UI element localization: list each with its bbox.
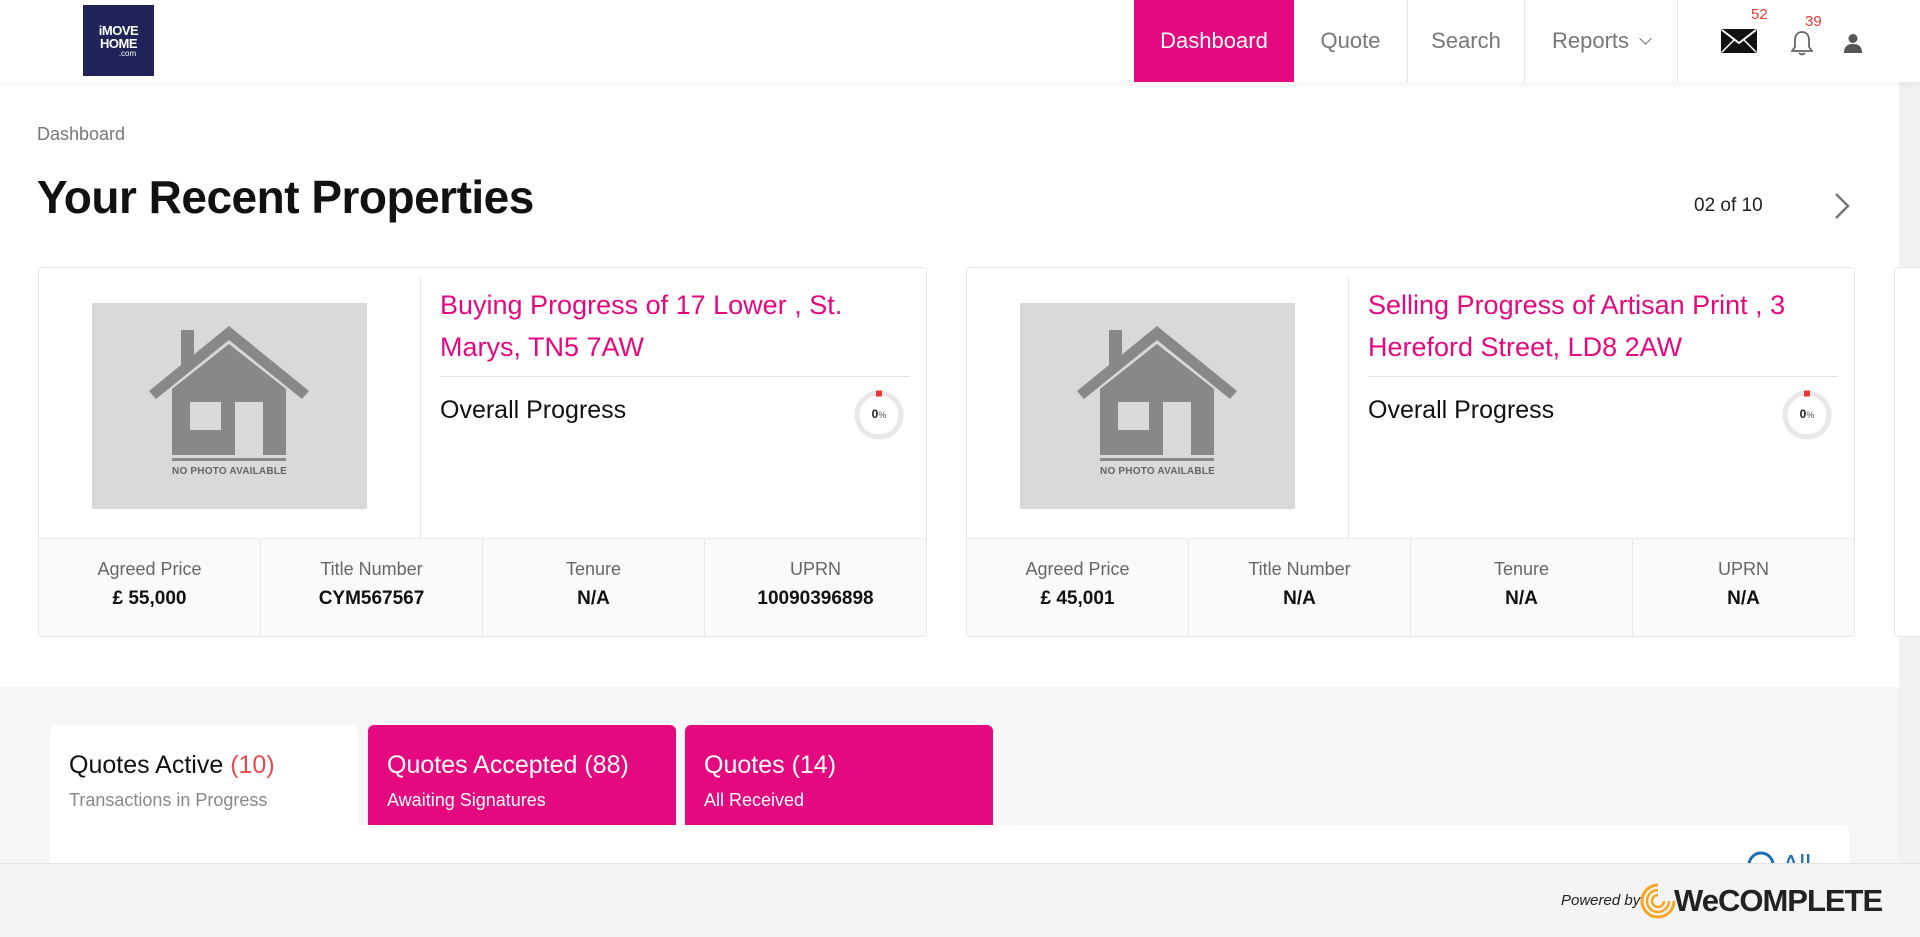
user-icon	[1844, 34, 1862, 53]
card-divider	[1348, 278, 1349, 538]
notification-count-badge: 39	[1805, 13, 1822, 30]
next-property-card-peek[interactable]	[1894, 267, 1920, 637]
stat-value: £ 45,001	[1040, 588, 1115, 609]
tab-label: Quotes Active	[69, 751, 224, 779]
chevron-right-icon	[1835, 193, 1850, 219]
stat-uprn: UPRN N/A	[1633, 539, 1854, 636]
tab-subtitle: All Received	[704, 790, 805, 810]
notifications-button[interactable]: 39	[1790, 13, 1822, 56]
stat-value: 10090396898	[757, 588, 874, 609]
nav-dashboard[interactable]: Dashboard	[1134, 0, 1294, 82]
house-icon	[149, 326, 309, 461]
nav-quote[interactable]: Quote	[1294, 0, 1408, 82]
stat-label: Tenure	[1493, 559, 1550, 579]
breadcrumb[interactable]: Dashboard	[37, 124, 125, 145]
tab-title: Quotes Accepted (88)	[387, 751, 657, 780]
stat-value: N/A	[1283, 588, 1316, 609]
tab-subtitle: Awaiting Signatures	[387, 790, 546, 810]
footer: Powered by WeCOMPLETE	[0, 863, 1920, 937]
mail-icon	[1721, 29, 1757, 53]
stat-value: N/A	[1727, 588, 1760, 609]
stat-value: N/A	[577, 588, 610, 609]
nav-search[interactable]: Search	[1408, 0, 1525, 82]
stat-tenure: Tenure N/A	[483, 539, 705, 636]
user-menu-button[interactable]	[1844, 33, 1862, 53]
property-photo-placeholder: NO PHOTO AVAILABLE	[92, 303, 367, 509]
stat-label: Tenure	[565, 559, 622, 579]
no-photo-text: NO PHOTO AVAILABLE	[1100, 466, 1215, 477]
imovehome-logo[interactable]: iMOVE HOME .com	[83, 5, 154, 76]
tab-count: (14)	[791, 751, 837, 779]
stat-label: Agreed Price	[97, 559, 202, 579]
stat-value: £ 55,000	[112, 588, 187, 609]
tab-label: Quotes	[704, 751, 785, 779]
stat-title-number: Title Number N/A	[1189, 539, 1411, 636]
property-card[interactable]: NO PHOTO AVAILABLE Buying Progress of 17…	[38, 267, 927, 637]
carousel-pager: 02 of 10	[1694, 195, 1763, 216]
property-title-link[interactable]: Selling Progress of Artisan Print , 3 He…	[1368, 284, 1838, 368]
progress-percent: 0%	[853, 407, 905, 421]
chevron-down-icon	[1639, 31, 1652, 45]
nav-reports[interactable]: Reports	[1525, 0, 1678, 82]
powered-by-text: Powered by	[1561, 892, 1641, 909]
logo-line-2: HOME	[100, 35, 138, 51]
stat-label: Title Number	[1248, 559, 1351, 579]
stat-agreed-price: Agreed Price £ 55,000	[39, 539, 261, 636]
stat-agreed-price: Agreed Price £ 45,001	[967, 539, 1189, 636]
stat-label: UPRN	[789, 559, 841, 579]
stat-title-number: Title Number CYM567567	[261, 539, 483, 636]
property-photo-placeholder: NO PHOTO AVAILABLE	[1020, 303, 1295, 509]
tab-subtitle: Transactions in Progress	[69, 790, 268, 810]
logo-line-3: .com	[118, 48, 137, 58]
nav-reports-label: Reports	[1551, 28, 1630, 53]
page-title: Your Recent Properties	[37, 171, 534, 223]
carousel-next-button[interactable]	[1828, 190, 1856, 222]
progress-unit: %	[878, 410, 887, 420]
card-divider	[440, 376, 910, 377]
tab-quotes-received[interactable]: Quotes (14) All Received	[685, 725, 993, 825]
tab-count: (88)	[584, 751, 629, 779]
property-stats: Agreed Price £ 45,001 Title Number N/A T…	[967, 538, 1854, 636]
card-divider	[1368, 376, 1838, 377]
progress-percent: 0%	[1781, 407, 1833, 421]
mail-count-badge: 52	[1751, 6, 1768, 23]
tab-quotes-active[interactable]: Quotes Active (10) Transactions in Progr…	[50, 725, 358, 825]
card-divider	[420, 278, 421, 538]
tab-title: Quotes (14)	[704, 751, 974, 780]
top-navigation-bar: iMOVE HOME .com Dashboard Quote Search R…	[0, 0, 1920, 82]
property-card[interactable]: NO PHOTO AVAILABLE Selling Progress of A…	[966, 267, 1855, 637]
logo-line-1: iMOVE	[98, 22, 139, 38]
tab-label: Quotes Accepted	[387, 751, 578, 779]
no-photo-text: NO PHOTO AVAILABLE	[172, 466, 287, 477]
property-title-link[interactable]: Buying Progress of 17 Lower , St. Marys,…	[440, 284, 910, 368]
progress-unit: %	[1806, 410, 1815, 420]
stat-label: UPRN	[1717, 559, 1769, 579]
tab-count: (10)	[230, 751, 275, 779]
wecomplete-logo-icon	[1640, 883, 1676, 919]
house-icon	[1077, 326, 1237, 461]
wecomplete-brand[interactable]: WeCOMPLETE	[1674, 883, 1883, 919]
tab-quotes-accepted[interactable]: Quotes Accepted (88) Awaiting Signatures	[368, 725, 676, 825]
overall-progress-label: Overall Progress	[1368, 396, 1555, 424]
property-stats: Agreed Price £ 55,000 Title Number CYM56…	[39, 538, 926, 636]
main-nav: Dashboard Quote Search Reports	[1134, 0, 1678, 82]
stat-uprn: UPRN 10090396898	[705, 539, 926, 636]
stat-value: CYM567567	[318, 588, 425, 609]
bell-icon	[1790, 31, 1814, 56]
overall-progress-label: Overall Progress	[440, 396, 627, 424]
stat-tenure: Tenure N/A	[1411, 539, 1633, 636]
tab-title: Quotes Active (10)	[69, 751, 339, 780]
stat-label: Title Number	[320, 559, 423, 579]
stat-value: N/A	[1505, 588, 1538, 609]
mail-button[interactable]: 52	[1720, 6, 1768, 54]
stat-label: Agreed Price	[1025, 559, 1130, 579]
